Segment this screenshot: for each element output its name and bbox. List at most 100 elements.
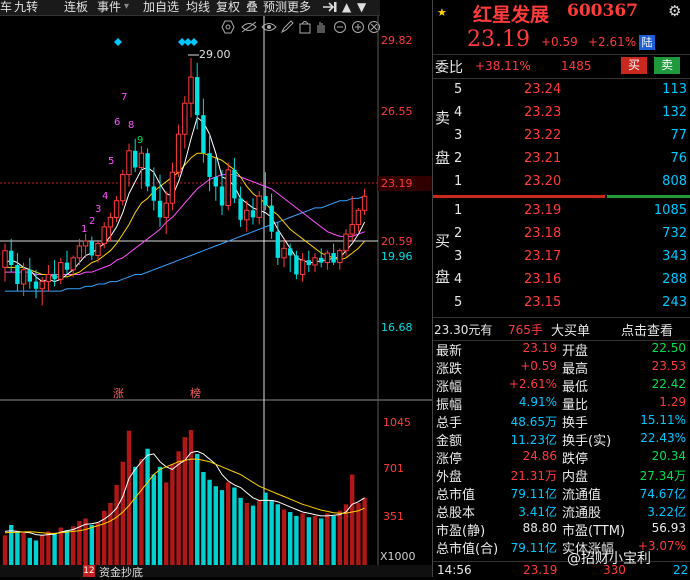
sell-level: 2: [454, 151, 463, 166]
volume-bar: [207, 479, 212, 565]
volume-bar: [133, 466, 138, 565]
toolbar-item-lianban[interactable]: 连板: [64, 0, 88, 15]
dropdown-arrow-icon[interactable]: ▾: [124, 0, 129, 15]
buy-volume: 343: [662, 249, 687, 264]
weibi-value: +38.11%: [475, 59, 531, 73]
candle-body: [64, 262, 70, 270]
candle-body: [113, 200, 120, 218]
candle-body: [361, 195, 368, 211]
volume-bar: [288, 512, 293, 565]
toolbar-item-0[interactable]: 车: [0, 0, 12, 15]
candle-body: [107, 216, 114, 228]
up-icon[interactable]: ▲: [342, 0, 351, 15]
star-icon[interactable]: ★: [437, 6, 447, 19]
td-count-label: 5: [108, 156, 114, 167]
volume-bar: [337, 510, 342, 565]
kline-chart[interactable]: 123456789 29.82 26.55 23.19 20.59 19.96 …: [0, 16, 432, 577]
big-order-qty: 765手: [508, 323, 543, 337]
candle-body: [145, 153, 150, 187]
volume-bar: [306, 517, 311, 565]
stat-value-v1: 24.86: [522, 449, 557, 463]
candle-body: [157, 200, 163, 218]
stat-label-l1: 振幅: [436, 398, 463, 413]
last-price: 23.19: [467, 27, 530, 52]
toolbar-item-jiuzhuan[interactable]: 九转: [14, 0, 38, 15]
td-count-label: 4: [102, 191, 108, 202]
buy-volume: 288: [662, 272, 687, 287]
buy-button[interactable]: 买: [621, 57, 647, 74]
td-count-label: 9: [137, 135, 143, 146]
toolbar-add-watchlist[interactable]: 加自选: [143, 0, 179, 15]
stat-label-l2: 跌停: [562, 452, 589, 467]
buy-price[interactable]: 23.19: [524, 203, 561, 218]
sell-volume: 808: [662, 174, 687, 189]
sell-button[interactable]: 卖: [654, 57, 680, 74]
sell-volume: 76: [670, 151, 687, 166]
td-count-label: 1: [81, 224, 87, 235]
tick-price: 23.19: [523, 563, 558, 577]
stat-label-l1: 外盘: [436, 470, 463, 485]
stat-label-l1: 金额: [436, 434, 463, 449]
stat-value-v1: 79.11亿: [510, 541, 557, 555]
toolbar-item-shijian[interactable]: 事件: [97, 0, 121, 15]
stat-label-l2: 换手: [562, 416, 589, 431]
stat-value-v2: 74.67亿: [639, 487, 686, 501]
toolbar-item-yuce[interactable]: 预测: [263, 0, 287, 15]
buy-price[interactable]: 23.18: [524, 226, 561, 241]
stat-value-v1: 3.41亿: [518, 505, 557, 519]
volume-bar: [40, 535, 45, 565]
sell-price[interactable]: 23.24: [524, 82, 561, 97]
volume-bar: [139, 459, 144, 565]
stat-value-v1: 11.23亿: [510, 433, 557, 447]
td-count-label: 8: [128, 120, 134, 131]
stat-value-v2: 22.42: [651, 377, 686, 391]
volume-bar: [269, 500, 274, 565]
toolbar-item-fuquan[interactable]: 复权: [216, 0, 240, 15]
candle-body: [188, 76, 194, 104]
fullscreen-icon[interactable]: [322, 0, 338, 15]
candle-body: [70, 257, 76, 271]
stat-value-v2: 15.11%: [640, 413, 686, 427]
stat-value-v1: 21.31万: [510, 469, 557, 483]
toolbar-item-junxian[interactable]: 均线: [186, 0, 210, 15]
view-details-link[interactable]: 点击查看: [621, 320, 673, 339]
volume-bar: [350, 474, 355, 565]
sell-price[interactable]: 23.23: [524, 105, 561, 120]
volume-bar: [263, 492, 268, 565]
toolbar-item-die[interactable]: 叠: [246, 0, 258, 15]
volume-bar: [257, 500, 262, 565]
volume-bar: [331, 515, 336, 565]
volume-bar: [2, 535, 8, 565]
volume-bar: [312, 515, 318, 565]
sell-price[interactable]: 23.22: [524, 128, 561, 143]
candle-body: [195, 77, 200, 116]
candle-body: [15, 264, 20, 284]
stat-label-l2: 市盈(TTM): [562, 524, 626, 539]
candle-body: [33, 281, 39, 289]
buy-price[interactable]: 23.16: [524, 272, 561, 287]
gear-icon[interactable]: ⚙: [668, 2, 681, 20]
buy-price[interactable]: 23.15: [524, 295, 561, 310]
sell-price[interactable]: 23.20: [524, 174, 561, 189]
order-ratio-row: 委比 +38.11% 1485 买 卖: [433, 54, 690, 77]
volume-bar: [46, 531, 51, 565]
buy-price[interactable]: 23.17: [524, 249, 561, 264]
candle-body: [281, 247, 287, 259]
candle-body: [182, 102, 188, 135]
stat-label-l1: 市盈(静): [436, 524, 486, 539]
sell-price[interactable]: 23.21: [524, 151, 561, 166]
chart-grid: [0, 16, 432, 565]
volume-bar: [325, 513, 330, 565]
candle-body: [306, 260, 311, 265]
buy-level: 4: [454, 272, 463, 287]
price-label-high: 29.82: [381, 34, 413, 47]
stock-name: 红星发展: [473, 4, 550, 26]
ma20-line: [5, 174, 365, 275]
toolbar-item-more[interactable]: 更多: [287, 0, 311, 15]
down-icon[interactable]: ▼: [357, 0, 366, 15]
volume-bar: [300, 513, 305, 565]
candle-body: [138, 152, 145, 168]
stat-value-v1: 88.80: [522, 521, 557, 535]
volume-bar: [275, 504, 280, 565]
tab-fund-bottom[interactable]: 资金抄底: [99, 564, 143, 580]
